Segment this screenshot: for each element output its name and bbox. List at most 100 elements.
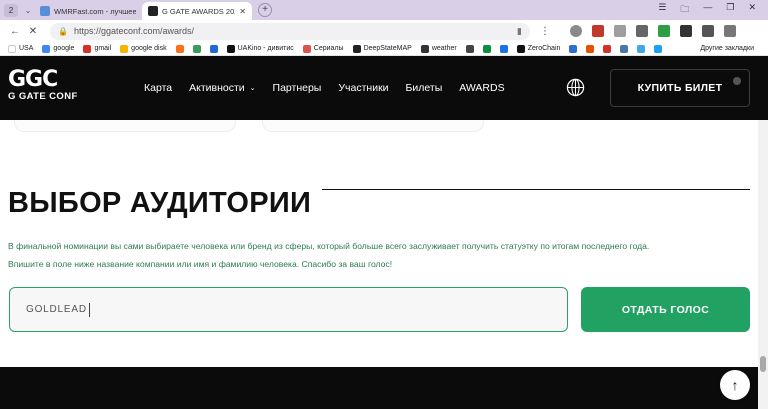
nav-item-awards[interactable]: AWARDS (459, 82, 504, 94)
bookmark-favicon-icon (175, 44, 184, 53)
bookmark-item[interactable] (654, 44, 663, 53)
extension-black-icon[interactable] (680, 25, 692, 37)
arrow-up-icon: ↑ (731, 377, 739, 393)
bookmark-item[interactable] (209, 44, 218, 53)
chevron-down-icon: ⌄ (249, 85, 256, 92)
bookmark-favicon-icon (83, 44, 92, 53)
tab-count-badge[interactable]: 2 (4, 3, 18, 17)
tab-ggate-awards[interactable]: G GATE AWARDS 2025 ✕ (142, 2, 252, 20)
bookmark-favicon-icon (482, 44, 491, 53)
bookmark-item[interactable] (192, 44, 201, 53)
bookmark-favicon-icon (8, 44, 16, 53)
close-window-icon[interactable]: ✕ (748, 2, 756, 18)
nav-item-participants[interactable]: Участники (338, 82, 388, 94)
section-title: ВЫБОР АУДИТОРИИ (8, 187, 312, 219)
bookmarks-bar: USA google gmail google disk UAKino - дивити… (0, 42, 768, 56)
bookmark-item[interactable]: USA (8, 44, 33, 53)
bookmark-favicon-icon (637, 44, 646, 53)
nav-item-map[interactable]: Карта (144, 82, 172, 94)
main-nav: Карта Активности ⌄ Партнеры Участники Бил… (144, 82, 522, 94)
bookmark-manager-icon[interactable]: 🗀 (680, 2, 689, 18)
scroll-to-top-button[interactable]: ↑ (720, 370, 750, 400)
bookmark-label: UAKino - дивитис (237, 45, 294, 52)
description-line-1: В финальной номинации вы сами выбираете … (8, 241, 650, 251)
bookmark-item[interactable] (586, 44, 595, 53)
bookmark-item[interactable] (465, 44, 474, 53)
bookmark-item[interactable]: google disk (120, 44, 167, 53)
bookmark-item[interactable] (499, 44, 508, 53)
bookmark-favicon-icon (465, 44, 474, 53)
extension-dark-icon[interactable] (636, 25, 648, 37)
minimize-icon[interactable]: — (703, 2, 712, 18)
extension-puzzle-icon[interactable] (724, 25, 736, 37)
site-logo[interactable]: GGC G GATE CONF (8, 67, 78, 103)
text-cursor (88, 302, 90, 317)
submit-vote-label: ОТДАТЬ ГОЛОС (621, 303, 710, 316)
url-field[interactable]: 🔒 https://ggateconf.com/awards/ ▮ (50, 22, 530, 40)
logo-mark: GGC (8, 67, 58, 92)
nav-item-tickets[interactable]: Билеты (406, 82, 443, 94)
vote-input-value: GOLDLEAD (26, 304, 87, 315)
new-tab-button[interactable]: + (258, 3, 272, 17)
tab-title: WMRFast.com - лучшее м (54, 6, 136, 16)
download-icon[interactable] (658, 25, 670, 37)
bookmark-label: weather (431, 45, 457, 52)
other-bookmarks[interactable]: Другие закладки (697, 45, 768, 52)
bookmark-item[interactable]: DeepStateMAP (352, 44, 412, 53)
menu-icon[interactable]: ☰ (658, 2, 666, 18)
bookmark-item[interactable]: google (42, 44, 75, 53)
extension-gray-icon[interactable] (614, 25, 626, 37)
bookmark-label: DeepStateMAP (363, 45, 412, 52)
extension-red-icon[interactable] (592, 25, 604, 37)
back-icon[interactable]: ← (6, 26, 24, 37)
globe-extension-icon[interactable] (570, 25, 582, 37)
description-line-2: Впишите в поле ниже название компании ил… (8, 259, 393, 269)
extension-clip-icon[interactable] (702, 25, 714, 37)
bookmark-favicon-icon (302, 44, 311, 53)
vote-input[interactable]: GOLDLEAD (9, 287, 568, 332)
bookmark-label: ZeroChain (527, 45, 561, 52)
restore-icon[interactable]: ❐ (726, 2, 734, 18)
nav-item-partners[interactable]: Партнеры (273, 82, 322, 94)
bookmark-label: google (53, 45, 75, 52)
bookmark-item[interactable]: weather (420, 44, 457, 53)
bookmark-favicon-icon (499, 44, 508, 53)
tab-wmrfast[interactable]: WMRFast.com - лучшее м (34, 2, 142, 20)
more-icon[interactable]: ⋮ (536, 26, 554, 37)
scrollbar-thumb[interactable] (760, 356, 766, 372)
bookmark-favicon-icon (120, 44, 129, 53)
indicator-dot-icon (733, 77, 741, 85)
bookmark-flag-icon[interactable]: ▮ (517, 26, 522, 37)
card-bottom-edge (14, 120, 236, 132)
bookmark-item[interactable] (603, 44, 612, 53)
submit-vote-button[interactable]: ОТДАТЬ ГОЛОС (581, 287, 750, 332)
language-globe-icon[interactable] (566, 78, 585, 97)
window-controls: ☰ 🗀 — ❐ ✕ (658, 2, 768, 18)
address-toolbar: ← ✕ 🔒 https://ggateconf.com/awards/ ▮ ⋮ (0, 20, 768, 42)
bookmark-item[interactable]: ZeroChain (516, 44, 561, 53)
bookmark-item[interactable]: gmail (83, 44, 111, 53)
bookmark-favicon-icon (226, 44, 235, 53)
tab-list-chevron-icon[interactable]: ⌄ (22, 6, 34, 15)
bookmark-item[interactable] (482, 44, 491, 53)
buy-ticket-button[interactable]: КУПИТЬ БИЛЕТ (610, 69, 750, 107)
buy-ticket-label: КУПИТЬ БИЛЕТ (637, 82, 723, 94)
nav-item-activities[interactable]: Активности ⌄ (189, 82, 255, 94)
bookmark-item[interactable] (637, 44, 646, 53)
lock-icon: 🔒 (58, 26, 68, 36)
bookmark-favicon-icon (586, 44, 595, 53)
section-description: В финальной номинации вы сами выбираете … (8, 237, 758, 273)
bookmark-item[interactable] (620, 44, 629, 53)
bookmark-item[interactable]: UAKino - дивитис (226, 44, 294, 53)
bookmark-favicon-icon (569, 44, 578, 53)
browser-tab-bar: 2 ⌄ WMRFast.com - лучшее м G GATE AWARDS… (0, 0, 768, 20)
bookmark-favicon-icon (516, 44, 525, 53)
bookmark-item[interactable] (569, 44, 578, 53)
bookmark-favicon-icon (42, 44, 51, 53)
close-tab-icon[interactable]: ✕ (239, 7, 246, 16)
bookmark-item[interactable] (175, 44, 184, 53)
bookmark-item[interactable]: Сериалы (302, 44, 344, 53)
stop-loading-icon[interactable]: ✕ (24, 26, 42, 37)
ggate-favicon-icon (148, 6, 158, 16)
bookmark-favicon-icon (209, 44, 218, 53)
